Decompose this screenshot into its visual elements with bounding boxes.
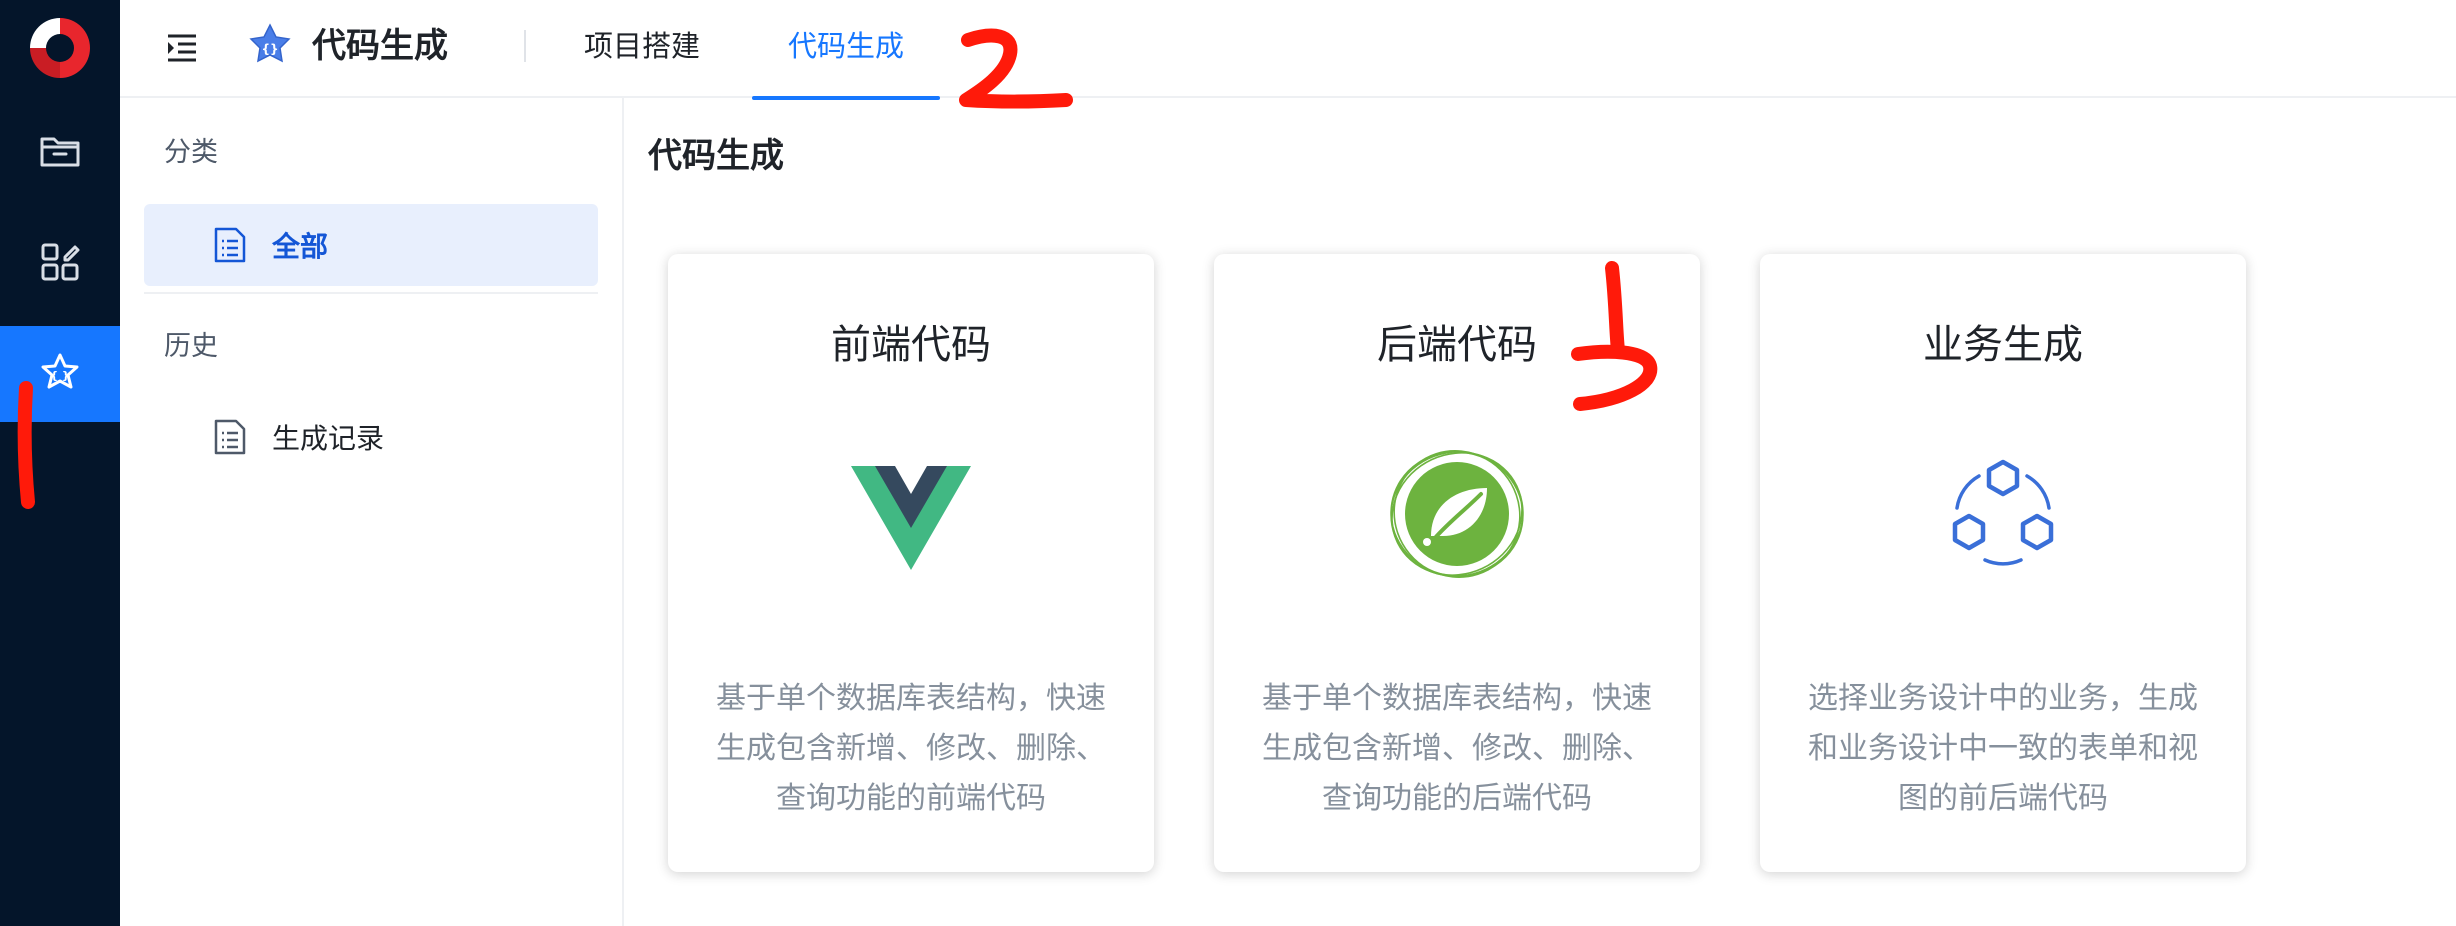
list-document-icon: [214, 419, 246, 455]
card-title: 后端代码: [1377, 322, 1537, 368]
tab-project-setup[interactable]: 项目搭建: [556, 0, 728, 98]
category-sidebar: 分类 全部 历史 生成记录: [120, 98, 624, 926]
header-divider: [524, 30, 526, 62]
card-title: 前端代码: [831, 322, 991, 368]
app-title: 代码生成: [312, 26, 448, 66]
card-title: 业务生成: [1923, 322, 2083, 368]
main-content: 代码生成 前端代码 基于单个数据库表结构，快速生成包含新增、修改、删除、查询功能…: [626, 98, 2456, 926]
top-header: {} 代码生成 项目搭建 代码生成: [120, 0, 2456, 100]
card-description: 选择业务设计中的业务，生成和业务设计中一致的表单和视图的前后端代码: [1808, 681, 2198, 816]
sidebar-item-label: 全部: [272, 230, 329, 263]
svg-text:{ }: { }: [50, 369, 70, 382]
card-backend-code[interactable]: 后端代码 基于单个数据库表结构，快速生成包含新增、修改、删除、查询功能的后端代码: [1214, 254, 1700, 872]
left-rail: { }: [0, 0, 120, 926]
card-description: 基于单个数据库表结构，快速生成包含新增、修改、删除、查询功能的前端代码: [716, 681, 1106, 816]
tab-code-generation[interactable]: 代码生成: [752, 0, 940, 100]
app-star-icon: {}: [249, 23, 291, 63]
sidebar-item-label: 生成记录: [272, 422, 385, 455]
star-gear-icon: { }: [41, 353, 79, 389]
card-description: 基于单个数据库表结构，快速生成包含新增、修改、删除、查询功能的后端代码: [1262, 681, 1652, 816]
sidebar-item-all[interactable]: 全部: [144, 204, 598, 286]
page-title: 代码生成: [648, 136, 784, 176]
group-label-history: 历史: [164, 331, 218, 362]
list-document-icon: [214, 227, 246, 263]
apps-icon: [41, 243, 80, 281]
folder-icon: [40, 137, 80, 167]
vue-icon: [851, 466, 971, 570]
menu-collapse-icon[interactable]: [162, 28, 202, 68]
card-business-generation[interactable]: 业务生成 选择业务设计中的业务，生成和业务设计中一致的表单和视图的前后端代码: [1760, 254, 2246, 872]
spring-icon: [1390, 450, 1524, 578]
brand-logo[interactable]: [24, 12, 96, 84]
rail-item-code-generation[interactable]: { }: [0, 326, 120, 422]
svg-text:{}: {}: [261, 42, 278, 56]
rail-item-apps[interactable]: [0, 214, 120, 310]
group-label-category: 分类: [164, 137, 218, 168]
divider: [144, 292, 598, 294]
rail-item-folder[interactable]: [0, 102, 120, 198]
hexagons-icon: [1952, 459, 2054, 566]
card-frontend-code[interactable]: 前端代码 基于单个数据库表结构，快速生成包含新增、修改、删除、查询功能的前端代码: [668, 254, 1154, 872]
sidebar-item-history-records[interactable]: 生成记录: [144, 396, 598, 478]
